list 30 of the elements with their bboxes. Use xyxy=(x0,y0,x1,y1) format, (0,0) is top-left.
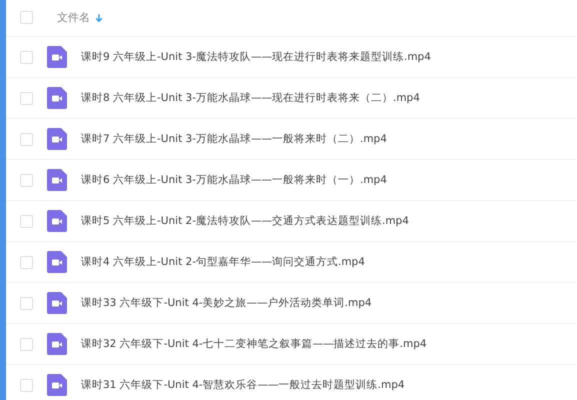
video-file-icon xyxy=(47,210,67,232)
file-name[interactable]: 课时32 六年级下-Unit 4-七十二变神笔之叙事篇——描述过去的事.mp4 xyxy=(81,337,427,351)
video-file-icon xyxy=(47,333,67,355)
video-file-icon xyxy=(47,251,67,273)
checkbox[interactable] xyxy=(20,50,33,64)
video-file-icon xyxy=(47,128,67,150)
video-file-icon xyxy=(47,374,67,396)
checkbox[interactable] xyxy=(20,256,33,268)
file-name[interactable]: 课时33 六年级下-Unit 4-美妙之旅——户外活动类单词.mp4 xyxy=(81,296,372,310)
file-name[interactable]: 课时7 六年级上-Unit 3-万能水晶球——一般将来时（二）.mp4 xyxy=(81,132,387,146)
checkbox[interactable] xyxy=(20,174,33,186)
checkbox[interactable] xyxy=(20,338,33,350)
sort-arrow-icon[interactable] xyxy=(95,12,103,22)
checkbox[interactable] xyxy=(20,92,33,104)
file-name[interactable]: 课时9 六年级上-Unit 3-魔法特攻队——现在进行时表将来题型训练.mp4 xyxy=(81,50,431,64)
video-file-icon xyxy=(47,169,67,191)
column-header[interactable]: 文件名 xyxy=(57,10,90,25)
video-file-icon xyxy=(47,87,67,109)
checkbox[interactable] xyxy=(20,11,33,24)
file-name[interactable]: 课时6 六年级上-Unit 3-万能水晶球——一般将来时（一）.mp4 xyxy=(81,173,387,187)
checkbox[interactable] xyxy=(20,378,33,392)
checkbox[interactable] xyxy=(20,132,33,146)
file-name[interactable]: 课时4 六年级上-Unit 2-句型嘉年华——询问交通方式.mp4 xyxy=(81,255,365,269)
video-file-icon xyxy=(47,292,67,314)
file-name[interactable]: 课时5 六年级上-Unit 2-魔法特攻队——交通方式表达题型训练.mp4 xyxy=(81,214,409,228)
video-file-icon xyxy=(47,46,67,68)
checkbox[interactable] xyxy=(20,214,33,228)
file-name[interactable]: 课时31 六年级下-Unit 4-智慧欢乐谷——一般过去时题型训练.mp4 xyxy=(81,378,405,392)
file-name[interactable]: 课时8 六年级上-Unit 3-万能水晶球——现在进行时表将来（二）.mp4 xyxy=(81,91,420,105)
checkbox[interactable] xyxy=(20,296,33,310)
